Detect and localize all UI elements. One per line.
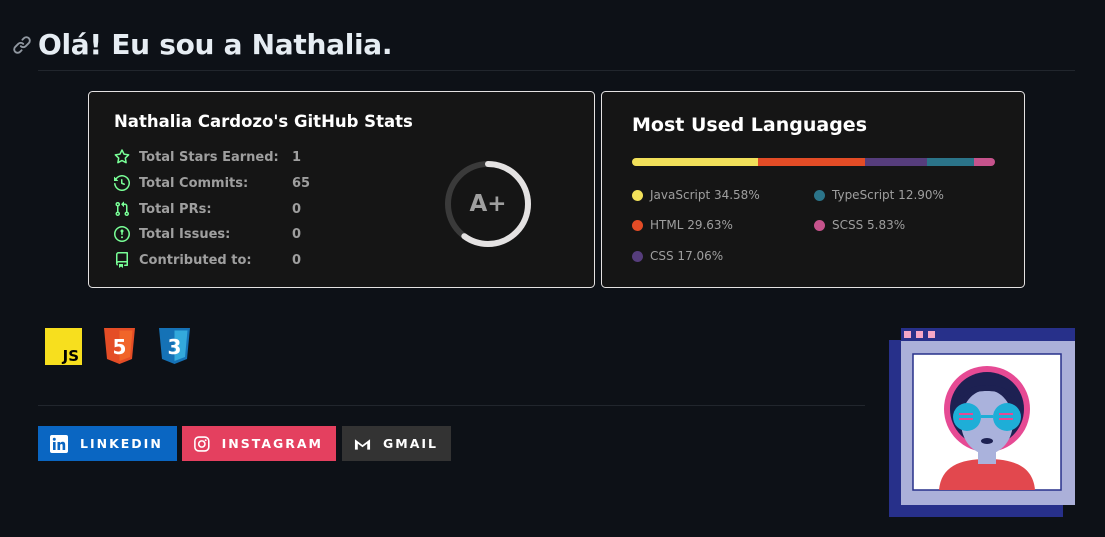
window-dot-icon — [916, 331, 923, 338]
language-bar-segment — [632, 158, 758, 166]
language-dot — [632, 189, 643, 201]
stat-row-prs: Total PRs: 0 — [114, 199, 301, 219]
language-label: HTML 29.63% — [650, 218, 733, 232]
stat-value: 1 — [292, 149, 302, 165]
stat-label: Total Issues: — [139, 226, 231, 242]
language-label: TypeScript 12.90% — [832, 188, 944, 202]
gmail-icon — [354, 438, 371, 450]
avatar-illustration — [889, 328, 1075, 517]
stat-label: Total Stars Earned: — [139, 149, 279, 165]
linkedin-label: LINKEDIN — [80, 436, 163, 451]
stat-value: 0 — [292, 201, 302, 217]
page-heading: Olá! Eu sou a Nathalia. — [12, 28, 393, 61]
most-used-languages-card[interactable]: Most Used Languages JavaScript 34.58% Ty… — [601, 91, 1025, 288]
rank-grade: A+ — [469, 191, 507, 217]
stat-value: 0 — [292, 252, 302, 268]
language-dot — [632, 219, 643, 231]
language-label: SCSS 5.83% — [832, 218, 906, 232]
rank-circle: A+ — [442, 158, 534, 250]
window-dot-icon — [904, 331, 911, 338]
stat-row-commits: Total Commits: 65 — [114, 173, 310, 193]
html5-icon[interactable]: 5 — [101, 328, 138, 365]
languages-progress-bar — [632, 158, 995, 166]
language-bar-segment — [926, 158, 974, 166]
issue-icon — [114, 226, 130, 242]
language-label: JavaScript 34.58% — [650, 188, 760, 202]
section-divider — [38, 405, 865, 406]
heading-divider — [38, 70, 1075, 71]
anchor-link-icon[interactable] — [12, 35, 32, 55]
stat-row-contributed: Contributed to: 0 — [114, 250, 301, 270]
html5-icon-text: 5 — [113, 335, 127, 359]
stat-value: 0 — [292, 226, 302, 242]
language-bar-segment — [865, 158, 927, 166]
stat-label: Total Commits: — [139, 175, 249, 191]
repo-icon — [116, 252, 128, 268]
instagram-label: INSTAGRAM — [221, 436, 323, 451]
linkedin-badge[interactable]: LINKEDIN — [38, 426, 177, 461]
gmail-badge[interactable]: GMAIL — [342, 426, 451, 461]
language-item-html: HTML 29.63% — [632, 218, 733, 232]
pull-request-icon — [115, 201, 130, 217]
window-dot-icon — [928, 331, 935, 338]
instagram-icon — [194, 435, 210, 452]
language-item-javascript: JavaScript 34.58% — [632, 188, 760, 202]
language-dot — [814, 219, 825, 231]
stat-label: Total PRs: — [139, 201, 212, 217]
instagram-badge[interactable]: INSTAGRAM — [182, 426, 336, 461]
stat-row-issues: Total Issues: 0 — [114, 224, 301, 244]
languages-card-title: Most Used Languages — [632, 114, 868, 136]
javascript-icon[interactable]: JS — [45, 328, 82, 365]
stat-row-stars: Total Stars Earned: 1 — [114, 147, 301, 167]
language-item-typescript: TypeScript 12.90% — [814, 188, 944, 202]
stats-card-title: Nathalia Cardozo's GitHub Stats — [114, 112, 413, 131]
github-stats-card[interactable]: Nathalia Cardozo's GitHub Stats Total St… — [88, 91, 595, 288]
language-bar-segment — [973, 158, 995, 166]
language-label: CSS 17.06% — [650, 249, 724, 263]
css3-icon[interactable]: 3 — [156, 328, 193, 365]
language-bar-segment — [757, 158, 866, 166]
language-dot — [632, 250, 643, 262]
language-dot — [814, 189, 825, 201]
star-icon — [114, 149, 130, 164]
linkedin-icon — [50, 434, 68, 453]
gmail-label: GMAIL — [383, 436, 438, 451]
stat-value: 65 — [292, 175, 311, 191]
page-title: Olá! Eu sou a Nathalia. — [38, 28, 393, 61]
history-icon — [114, 175, 130, 191]
javascript-icon-text: JS — [62, 347, 79, 365]
css3-icon-text: 3 — [168, 335, 182, 359]
language-item-css: CSS 17.06% — [632, 249, 723, 263]
stat-label: Contributed to: — [139, 252, 252, 268]
language-item-scss: SCSS 5.83% — [814, 218, 905, 232]
